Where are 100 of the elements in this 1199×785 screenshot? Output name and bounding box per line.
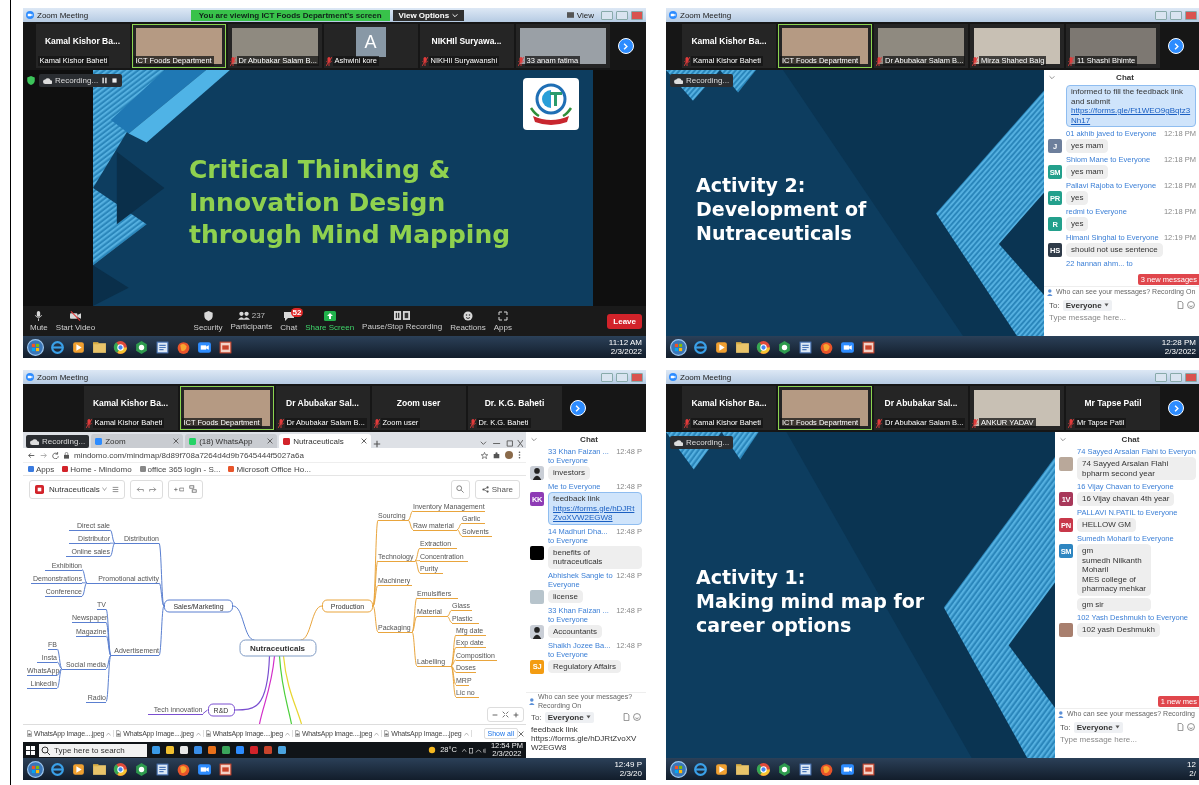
start-orb-icon[interactable] bbox=[27, 760, 44, 778]
flame-icon[interactable] bbox=[176, 339, 191, 355]
round-logo-icon[interactable] bbox=[113, 761, 128, 777]
toolbar-button[interactable]: Apps bbox=[490, 310, 515, 332]
next-page-button[interactable] bbox=[1168, 400, 1184, 416]
document-icon[interactable] bbox=[798, 339, 813, 355]
globe-icon[interactable] bbox=[50, 761, 65, 777]
document-icon[interactable] bbox=[155, 761, 170, 777]
view-button[interactable]: View bbox=[576, 10, 594, 20]
zoom-in-icon[interactable] bbox=[513, 711, 519, 718]
video-camera-icon[interactable] bbox=[840, 339, 855, 355]
view-options-button[interactable]: View Options bbox=[392, 9, 465, 21]
video-camera-icon[interactable] bbox=[197, 761, 212, 777]
leave-button[interactable]: Leave bbox=[607, 313, 642, 329]
pause-icon[interactable] bbox=[101, 77, 109, 84]
folder-icon[interactable] bbox=[735, 339, 750, 355]
recipient-dropdown[interactable]: Everyone bbox=[1073, 721, 1123, 733]
map-title-dropdown[interactable]: Nutraceuticals bbox=[49, 484, 107, 494]
recipient-dropdown[interactable]: Everyone bbox=[544, 711, 594, 723]
media-player-icon[interactable] bbox=[71, 761, 86, 777]
file-icon[interactable] bbox=[1177, 301, 1184, 309]
layout-icon[interactable] bbox=[188, 485, 197, 493]
next-page-button[interactable] bbox=[1168, 38, 1184, 54]
browser-tab[interactable]: Nutraceuticals bbox=[279, 434, 372, 448]
bookmark-link[interactable]: office 365 login - S... bbox=[147, 464, 221, 474]
close-icon[interactable] bbox=[361, 438, 368, 444]
flame-icon[interactable] bbox=[819, 339, 834, 355]
window-controls-icon[interactable] bbox=[479, 439, 523, 448]
bookmark-link[interactable]: Home - Mindomo bbox=[70, 464, 132, 474]
redo-icon[interactable] bbox=[148, 485, 157, 493]
windows-logo-icon[interactable] bbox=[26, 745, 35, 755]
hexagon-icon[interactable] bbox=[134, 339, 149, 355]
toolbar-button[interactable]: Mute bbox=[27, 310, 51, 332]
back-icon[interactable] bbox=[28, 451, 35, 459]
slides-icon[interactable] bbox=[861, 339, 876, 355]
toolbar-button[interactable]: Share Screen bbox=[302, 310, 358, 332]
media-player-icon[interactable] bbox=[714, 339, 729, 355]
menu-icon[interactable] bbox=[111, 485, 119, 493]
close-button[interactable] bbox=[631, 372, 643, 382]
close-button[interactable] bbox=[1185, 372, 1197, 382]
browser-tab[interactable]: (18) WhatsApp bbox=[185, 434, 278, 448]
toolbar-button[interactable]: Pause/Stop Recording bbox=[359, 311, 446, 331]
slides-icon[interactable] bbox=[861, 761, 876, 777]
start-orb-icon[interactable] bbox=[670, 338, 687, 356]
toolbar-button[interactable]: Reactions bbox=[447, 310, 489, 332]
reload-icon[interactable] bbox=[52, 451, 59, 459]
puzzle-icon[interactable] bbox=[493, 451, 500, 459]
hexagon-icon[interactable] bbox=[134, 761, 149, 777]
start-orb-icon[interactable] bbox=[27, 338, 44, 356]
flame-icon[interactable] bbox=[819, 761, 834, 777]
browser-tab[interactable]: Zoom bbox=[91, 434, 184, 448]
file-icon[interactable] bbox=[1177, 723, 1184, 731]
folder-icon[interactable] bbox=[92, 761, 107, 777]
round-logo-icon[interactable] bbox=[756, 761, 771, 777]
slides-icon[interactable] bbox=[218, 339, 233, 355]
profile-avatar-icon[interactable] bbox=[505, 451, 513, 459]
close-icon[interactable] bbox=[267, 438, 274, 444]
add-topic-icon[interactable] bbox=[173, 485, 184, 493]
toolbar-button[interactable]: 237 Participants bbox=[227, 311, 276, 331]
address-field[interactable]: mindomo.com/mindmap/8d89f708a7264d4d9b7645444f5027a6a bbox=[74, 450, 476, 460]
close-icon[interactable] bbox=[518, 730, 524, 737]
slides-icon[interactable] bbox=[218, 761, 233, 777]
round-logo-icon[interactable] bbox=[113, 339, 128, 355]
media-player-icon[interactable] bbox=[71, 339, 86, 355]
toolbar-button[interactable]: Start Video bbox=[52, 310, 99, 332]
globe-icon[interactable] bbox=[693, 339, 708, 355]
toolbar-button[interactable]: Chat 52 bbox=[277, 310, 301, 332]
share-button[interactable]: Share bbox=[474, 479, 520, 499]
flame-icon[interactable] bbox=[176, 761, 191, 777]
round-logo-icon[interactable] bbox=[756, 339, 771, 355]
document-icon[interactable] bbox=[155, 339, 170, 355]
media-player-icon[interactable] bbox=[714, 761, 729, 777]
hexagon-icon[interactable] bbox=[777, 761, 792, 777]
stop-icon[interactable] bbox=[111, 77, 119, 84]
document-icon[interactable] bbox=[798, 761, 813, 777]
start-orb-icon[interactable] bbox=[670, 760, 687, 778]
next-page-button[interactable] bbox=[617, 38, 634, 54]
search-button[interactable] bbox=[450, 479, 470, 499]
recipient-dropdown[interactable]: Everyone bbox=[1062, 299, 1112, 311]
new-tab-icon[interactable] bbox=[373, 440, 382, 448]
taskbar-search-field[interactable]: Type here to search bbox=[51, 743, 147, 757]
close-icon[interactable] bbox=[173, 438, 180, 444]
undo-icon[interactable] bbox=[135, 485, 144, 493]
more-menu-icon[interactable] bbox=[518, 451, 521, 459]
folder-icon[interactable] bbox=[92, 339, 107, 355]
video-camera-icon[interactable] bbox=[197, 339, 212, 355]
bookmark-link[interactable]: Apps bbox=[36, 464, 55, 474]
close-button[interactable] bbox=[631, 10, 643, 20]
video-camera-icon[interactable] bbox=[840, 761, 855, 777]
fit-screen-icon[interactable] bbox=[502, 711, 509, 718]
folder-icon[interactable] bbox=[735, 761, 750, 777]
hexagon-icon[interactable] bbox=[777, 339, 792, 355]
globe-icon[interactable] bbox=[693, 761, 708, 777]
toolbar-button[interactable]: Security bbox=[190, 310, 226, 332]
close-button[interactable] bbox=[1185, 10, 1197, 20]
bookmark-link[interactable]: Microsoft Office Ho... bbox=[236, 464, 311, 474]
star-icon[interactable] bbox=[481, 451, 488, 459]
central-topic[interactable]: Nutraceuticals bbox=[239, 639, 316, 657]
file-icon[interactable] bbox=[623, 713, 630, 721]
message-link[interactable]: https://forms.gle/Ft1WEO9gBqtz3Nh17 bbox=[1071, 106, 1191, 125]
